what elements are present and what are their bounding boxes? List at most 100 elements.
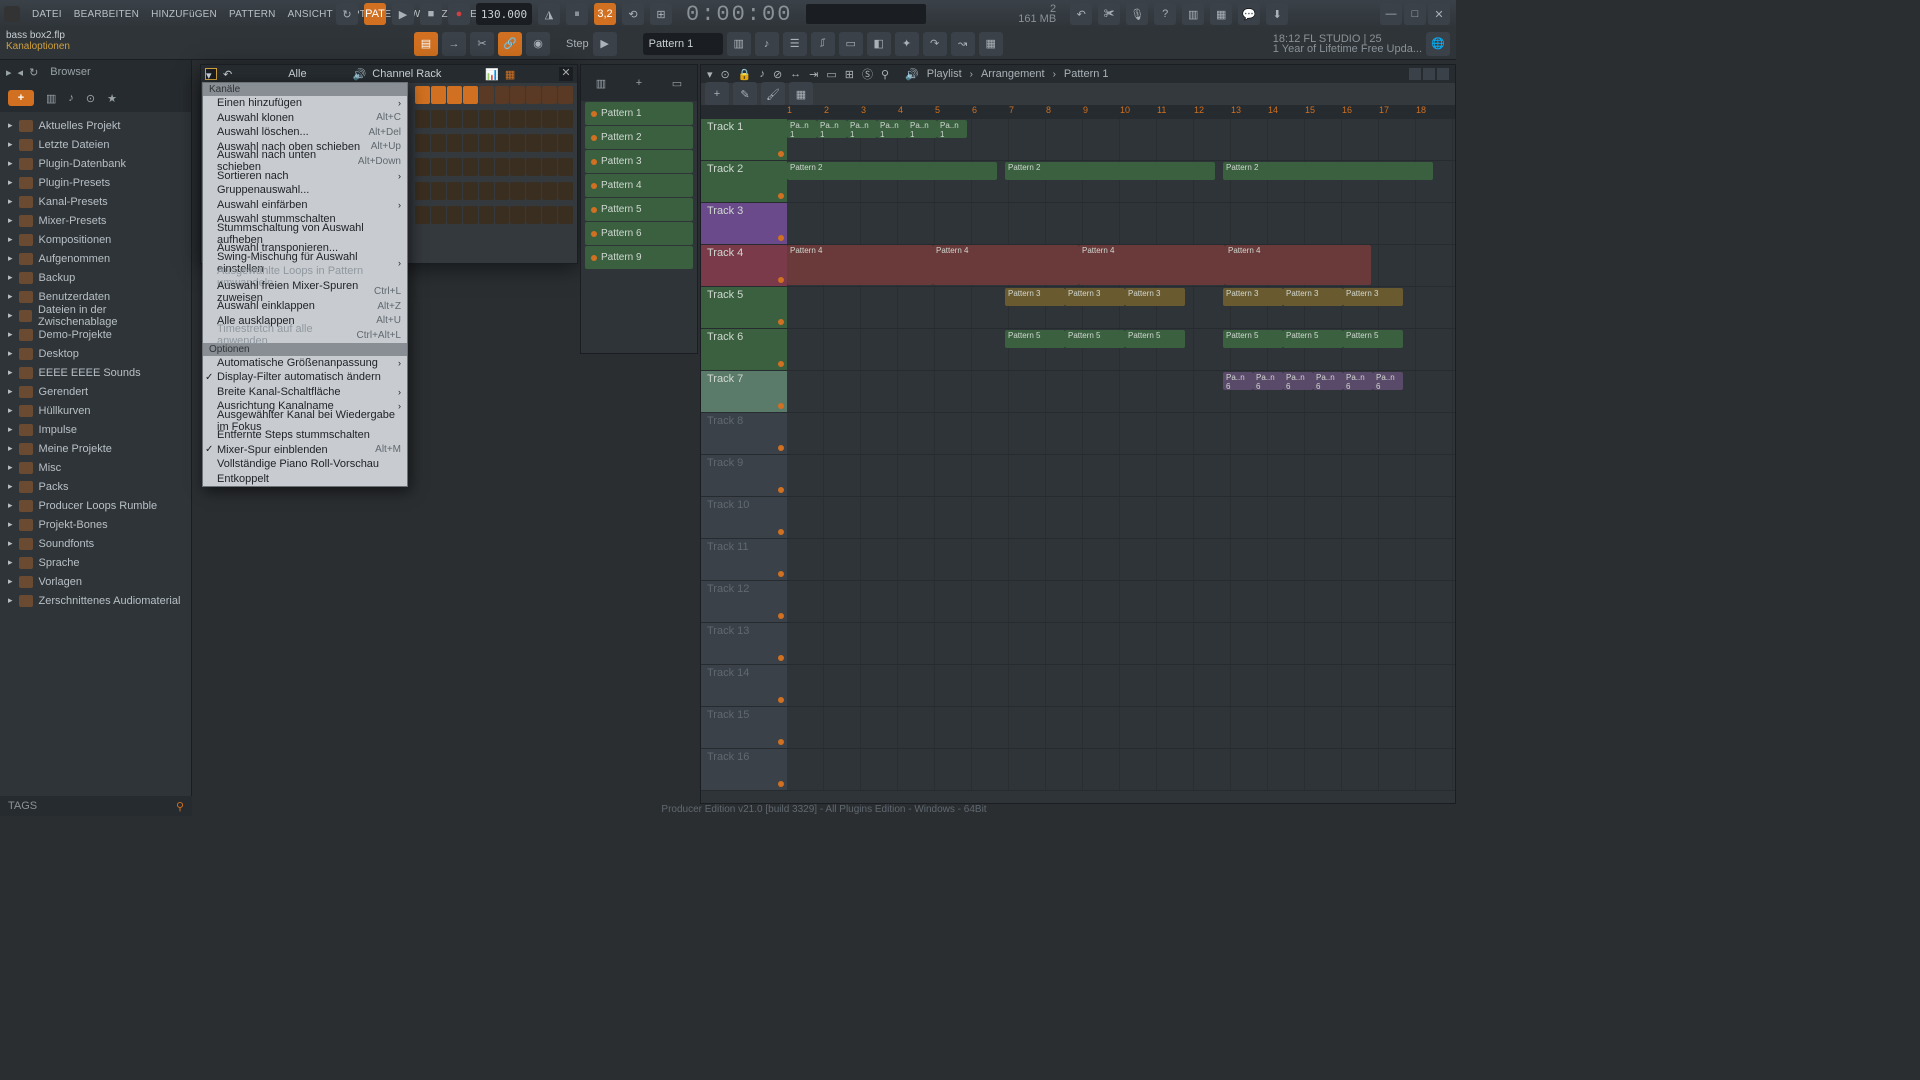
loop-icon[interactable]: ⟲: [622, 3, 644, 25]
clip[interactable]: Pa..n 6: [1373, 372, 1403, 390]
pattern-item[interactable]: Pattern 1: [585, 102, 693, 125]
pl-min-button[interactable]: [1409, 68, 1421, 80]
browser-item[interactable]: ▸Dateien in der Zwischenablage: [0, 306, 191, 325]
clip[interactable]: Pattern 4: [1225, 245, 1371, 285]
browser-item[interactable]: ▸Misc: [0, 458, 191, 477]
pl-add-track-button[interactable]: +: [705, 82, 729, 106]
track-header[interactable]: Track 16: [701, 749, 787, 790]
cr-close-button[interactable]: ✕: [559, 67, 573, 81]
track-lane[interactable]: Pa..n 6Pa..n 6Pa..n 6Pa..n 6Pa..n 6Pa..n…: [787, 371, 1455, 412]
clip[interactable]: Pattern 5: [1005, 330, 1065, 348]
step-cell[interactable]: [431, 134, 446, 152]
step-cell[interactable]: [447, 206, 462, 224]
step-cell[interactable]: [526, 158, 541, 176]
step-cell[interactable]: [431, 86, 446, 104]
pattern-item[interactable]: Pattern 4: [585, 174, 693, 197]
clip[interactable]: Pattern 4: [1079, 245, 1225, 285]
track-lane[interactable]: [787, 539, 1455, 580]
step-cell[interactable]: [558, 86, 573, 104]
step-cell[interactable]: [510, 110, 525, 128]
step-cell[interactable]: [510, 158, 525, 176]
step-cell[interactable]: [431, 182, 446, 200]
add-folder-button[interactable]: +: [8, 90, 34, 106]
pl-e-icon[interactable]: ⇥: [809, 68, 818, 81]
menu-item[interactable]: Gruppenauswahl...: [203, 183, 407, 198]
breadcrumb-pattern[interactable]: Pattern 1: [1064, 68, 1109, 80]
mx-icon[interactable]: ⎎: [811, 32, 835, 56]
step-cell[interactable]: [415, 110, 430, 128]
track-mute-icon[interactable]: [778, 697, 784, 703]
step-cell[interactable]: [447, 134, 462, 152]
step-cell[interactable]: [510, 182, 525, 200]
step-cell[interactable]: [447, 86, 462, 104]
clip[interactable]: Pa..n 6: [1223, 372, 1253, 390]
track-header[interactable]: Track 14: [701, 665, 787, 706]
browser-item[interactable]: ▸EEEE EEEE Sounds: [0, 363, 191, 382]
track-mute-icon[interactable]: [778, 445, 784, 451]
pattern-selector[interactable]: Pattern 1: [643, 33, 723, 55]
filter2-icon[interactable]: ♪: [68, 92, 74, 104]
pl-max-button[interactable]: [1423, 68, 1435, 80]
clip[interactable]: Pattern 2: [787, 162, 997, 180]
menu-item[interactable]: Einen hinzufügen›: [203, 96, 407, 111]
step-cell[interactable]: [495, 182, 510, 200]
browser-item[interactable]: ▸Plugin-Datenbank: [0, 154, 191, 173]
step-cell[interactable]: [526, 182, 541, 200]
clip[interactable]: Pa..n 1: [907, 120, 937, 138]
cr-grid-icon[interactable]: ▦: [505, 68, 515, 81]
track-lane[interactable]: [787, 455, 1455, 496]
wait-icon[interactable]: ⏸: [566, 3, 588, 25]
track-header[interactable]: Track 2: [701, 161, 787, 202]
track-lane[interactable]: [787, 623, 1455, 664]
t2-e-icon[interactable]: ▦: [979, 32, 1003, 56]
view2-icon[interactable]: ▦: [1210, 3, 1232, 25]
track-mute-icon[interactable]: [778, 487, 784, 493]
step-cell[interactable]: [447, 182, 462, 200]
pattern-item[interactable]: Pattern 3: [585, 150, 693, 173]
step-cell[interactable]: [463, 110, 478, 128]
pl-g-icon[interactable]: ⊞: [845, 68, 854, 81]
browser-item[interactable]: ▸Backup: [0, 268, 191, 287]
close-button[interactable]: ✕: [1428, 3, 1450, 25]
track-header[interactable]: Track 6: [701, 329, 787, 370]
browser-item[interactable]: ▸Aktuelles Projekt: [0, 116, 191, 135]
clip[interactable]: Pattern 5: [1223, 330, 1283, 348]
pl-b-icon[interactable]: ♪: [759, 68, 765, 80]
pr-icon[interactable]: ♪: [755, 32, 779, 56]
playlist-window[interactable]: ▾ ⊙ 🔒 ♪ ⊘ ↔ ⇥ ▭ ⊞ Ⓢ ⚲ 🔊 Playlist› Arrang…: [700, 64, 1456, 804]
step-cell[interactable]: [526, 86, 541, 104]
br-icon[interactable]: ▭: [839, 32, 863, 56]
track-mute-icon[interactable]: [778, 781, 784, 787]
pl-tool-grid-icon[interactable]: ▦: [789, 82, 813, 106]
menu-item[interactable]: Entfernte Steps stummschalten: [203, 428, 407, 443]
clip[interactable]: Pattern 2: [1223, 162, 1433, 180]
clip[interactable]: Pattern 3: [1065, 288, 1125, 306]
t2-c-icon[interactable]: ↷: [923, 32, 947, 56]
menu-pattern[interactable]: PATTERN: [223, 9, 282, 20]
browser-item[interactable]: ▸Impulse: [0, 420, 191, 439]
track-lane[interactable]: Pattern 2Pattern 2Pattern 2: [787, 161, 1455, 202]
step-cell[interactable]: [542, 134, 557, 152]
track-lane[interactable]: [787, 497, 1455, 538]
undo-icon[interactable]: ↶: [1070, 3, 1092, 25]
playlist-ruler[interactable]: 123456789101112131415161718: [701, 105, 1455, 119]
pl-icon[interactable]: ▥: [727, 32, 751, 56]
step-cell[interactable]: [447, 158, 462, 176]
clip[interactable]: Pattern 3: [1283, 288, 1343, 306]
step-cell[interactable]: [526, 206, 541, 224]
menu-item[interactable]: ✓Mixer-Spur einblendenAlt+M: [203, 443, 407, 458]
track-mute-icon[interactable]: [778, 319, 784, 325]
chat-icon[interactable]: 💬: [1238, 3, 1260, 25]
step-cell[interactable]: [415, 134, 430, 152]
browser-item[interactable]: ▸Producer Loops Rumble: [0, 496, 191, 515]
track-lane[interactable]: Pattern 5Pattern 5Pattern 5Pattern 5Patt…: [787, 329, 1455, 370]
track-mute-icon[interactable]: [778, 655, 784, 661]
save-icon[interactable]: ✀: [1098, 3, 1120, 25]
pl-c-icon[interactable]: ⊘: [773, 68, 782, 81]
browser-item[interactable]: ▸Kompositionen: [0, 230, 191, 249]
track-lane[interactable]: Pattern 4Pattern 4Pattern 4Pattern 4: [787, 245, 1455, 286]
track-mute-icon[interactable]: [778, 571, 784, 577]
pp-icon3[interactable]: ▭: [672, 77, 682, 90]
pl-f-icon[interactable]: ▭: [826, 68, 836, 81]
clip[interactable]: Pattern 3: [1125, 288, 1185, 306]
